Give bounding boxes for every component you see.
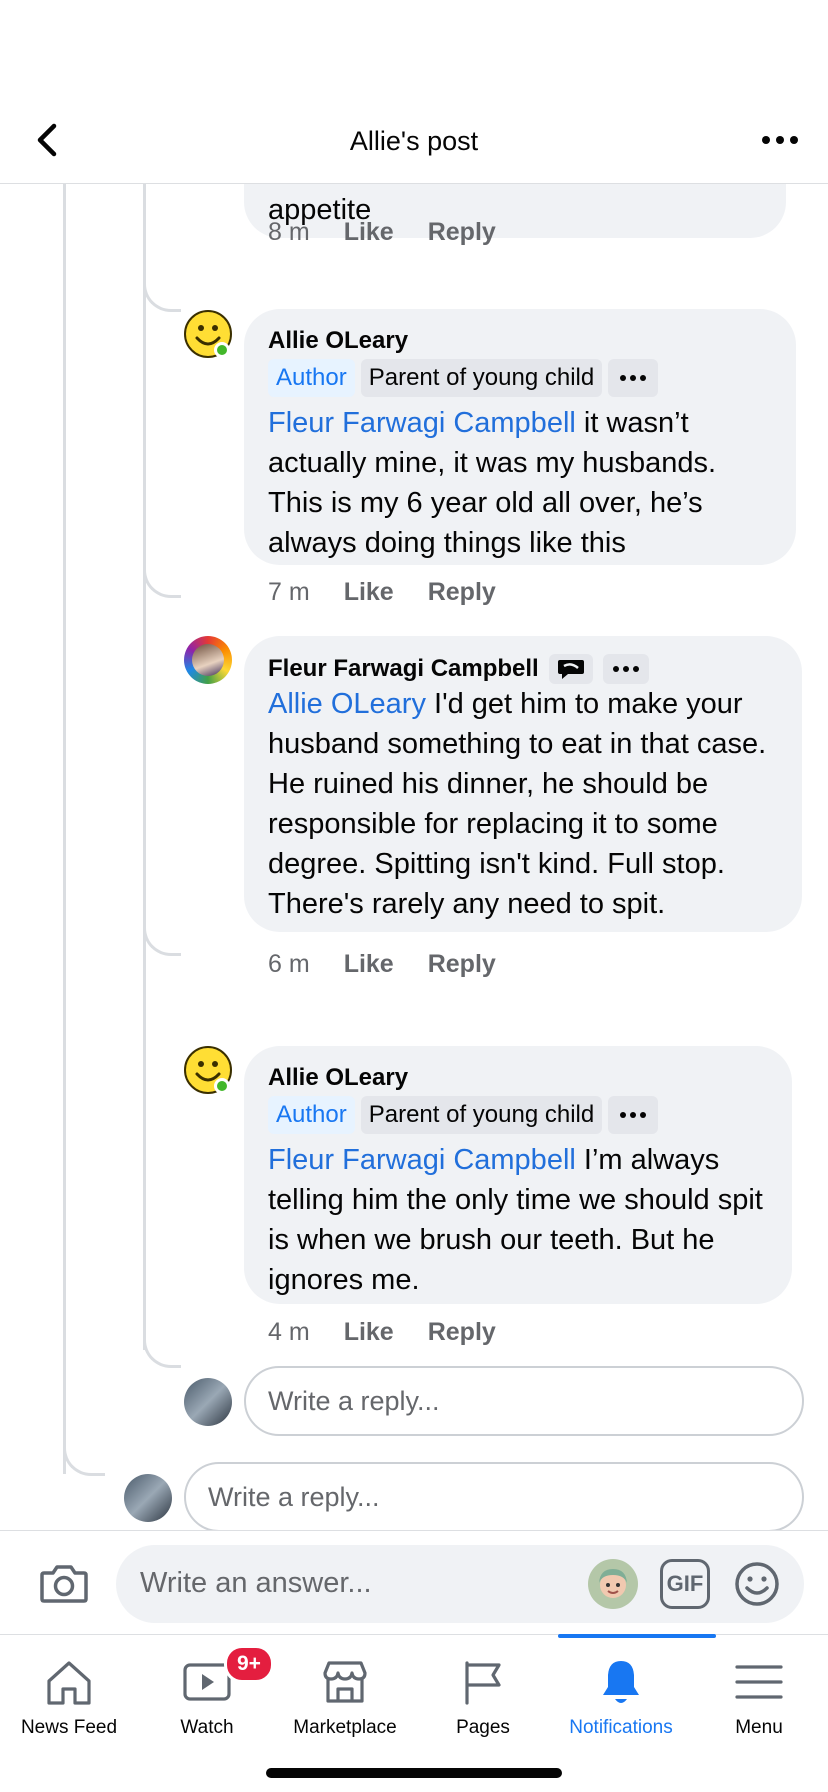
comment-text: Fleur Farwagi Campbell it wasn’t actuall… xyxy=(268,403,772,563)
tab-label: Watch xyxy=(180,1717,234,1738)
avatar xyxy=(184,1378,232,1426)
author-badge: Author xyxy=(268,359,355,397)
online-status-dot xyxy=(214,342,230,358)
conversation-badge xyxy=(548,654,593,684)
comment-time: 4 m xyxy=(268,1318,310,1346)
comment-actions: 4 m Like Reply xyxy=(268,1318,496,1347)
gif-button[interactable]: GIF xyxy=(660,1559,710,1609)
emoji-smile-icon xyxy=(735,1562,779,1606)
online-status-dot xyxy=(214,1078,230,1094)
flag-icon xyxy=(465,1661,501,1705)
reply-input[interactable] xyxy=(184,1462,804,1530)
marketplace-icon xyxy=(323,1661,367,1703)
reply-button[interactable]: Reply xyxy=(428,950,496,979)
badge-more-button[interactable] xyxy=(602,654,649,684)
tab-label: Pages xyxy=(456,1717,510,1738)
camera-icon xyxy=(40,1565,88,1603)
mention-link[interactable]: Fleur Farwagi Campbell xyxy=(268,1144,576,1176)
hamburger-icon xyxy=(735,1665,783,1699)
tab-marketplace[interactable]: Marketplace xyxy=(276,1635,414,1755)
tab-watch[interactable]: 9+ Watch xyxy=(138,1635,276,1755)
tab-label: Notifications xyxy=(569,1717,673,1738)
answer-placeholder: Write an answer... xyxy=(140,1567,372,1599)
comment-bubble: Allie OLeary Author Parent of young chil… xyxy=(244,1046,792,1304)
more-dots-icon xyxy=(620,1112,647,1118)
tab-news-feed[interactable]: News Feed xyxy=(0,1635,138,1755)
role-badge: Parent of young child xyxy=(360,359,603,397)
comment-time: 8 m xyxy=(268,218,310,246)
comment-actions: 7 m Like Reply xyxy=(268,578,496,607)
notification-badge: 9+ xyxy=(224,1645,274,1683)
comment-text: Allie OLeary I'd get him to make your hu… xyxy=(268,684,778,924)
thread-connector-2 xyxy=(143,560,181,598)
more-dots-icon xyxy=(612,666,639,672)
badge-more-button[interactable] xyxy=(608,359,659,397)
home-icon xyxy=(47,1661,91,1705)
author-badge: Author xyxy=(268,1096,355,1134)
avatar[interactable] xyxy=(184,636,232,684)
avatar xyxy=(124,1474,172,1522)
post-page: Allie's post appetite 8 m Like Reply All… xyxy=(0,0,828,1792)
answer-composer: Write an answer... GIF xyxy=(0,1530,828,1634)
comment-author[interactable]: Fleur Farwagi Campbell xyxy=(268,654,778,684)
thread-connector-4 xyxy=(143,1330,181,1368)
thread-line-outer xyxy=(63,184,66,1474)
page-title: Allie's post xyxy=(349,126,479,156)
comment-author-name: Fleur Farwagi Campbell xyxy=(268,655,539,682)
like-button[interactable]: Like xyxy=(344,578,394,607)
comment-actions: 8 m Like Reply xyxy=(268,218,496,247)
tab-label: Marketplace xyxy=(293,1717,397,1738)
more-dots-icon xyxy=(762,136,798,144)
comment-text: Fleur Farwagi Campbell I’m always tellin… xyxy=(268,1140,768,1300)
chat-bubble-icon xyxy=(557,660,584,679)
more-options-button[interactable] xyxy=(758,128,802,152)
comment-bubble: Fleur Farwagi Campbell Allie OLeary I'd … xyxy=(244,636,802,932)
reply-button[interactable]: Reply xyxy=(428,1318,496,1347)
thread-connector-1 xyxy=(143,274,181,312)
author-badges: Author Parent of young child xyxy=(268,1096,768,1134)
badge-more-button[interactable] xyxy=(608,1096,659,1134)
reply-button[interactable]: Reply xyxy=(428,578,496,607)
reply-button[interactable]: Reply xyxy=(428,218,496,247)
tab-label: News Feed xyxy=(20,1717,118,1738)
tab-label: Menu xyxy=(735,1717,783,1738)
like-button[interactable]: Like xyxy=(344,218,394,247)
like-button[interactable]: Like xyxy=(344,950,394,979)
bell-icon xyxy=(603,1661,639,1703)
comment-time: 6 m xyxy=(268,950,310,978)
emoji-button[interactable] xyxy=(732,1559,782,1609)
mention-link[interactable]: Fleur Farwagi Campbell xyxy=(268,407,576,439)
avatar-sticker-button[interactable] xyxy=(588,1559,638,1609)
top-header: Allie's post xyxy=(0,100,828,184)
profile-photo xyxy=(192,644,224,676)
comment-time: 7 m xyxy=(268,578,310,606)
comment-body: I'd get him to make your husband somethi… xyxy=(268,688,767,920)
comment-bubble: Allie OLeary Author Parent of young chil… xyxy=(244,309,796,565)
tab-menu[interactable]: Menu xyxy=(690,1635,828,1755)
thread-connector-3 xyxy=(143,918,181,956)
camera-button[interactable] xyxy=(38,1557,90,1609)
comment-actions: 6 m Like Reply xyxy=(268,950,496,979)
role-badge: Parent of young child xyxy=(360,1096,603,1134)
nested-reply-input[interactable] xyxy=(244,1366,804,1436)
home-indicator xyxy=(266,1768,562,1778)
thread-line-inner xyxy=(143,184,146,1350)
thread-connector-outer xyxy=(63,1434,105,1476)
tab-notifications[interactable]: Notifications xyxy=(552,1635,690,1755)
avatar-sticker-icon xyxy=(599,1569,627,1598)
tab-pages[interactable]: Pages xyxy=(414,1635,552,1755)
like-button[interactable]: Like xyxy=(344,1318,394,1347)
comment-author[interactable]: Allie OLeary xyxy=(268,1064,768,1092)
author-badges: Author Parent of young child xyxy=(268,359,772,397)
answer-input[interactable]: Write an answer... GIF xyxy=(116,1545,804,1623)
comment-author[interactable]: Allie OLeary xyxy=(268,327,772,355)
mention-link[interactable]: Allie OLeary xyxy=(268,688,426,720)
comment-thread: appetite 8 m Like Reply Allie OLeary Aut… xyxy=(0,184,828,1530)
more-dots-icon xyxy=(620,375,647,381)
